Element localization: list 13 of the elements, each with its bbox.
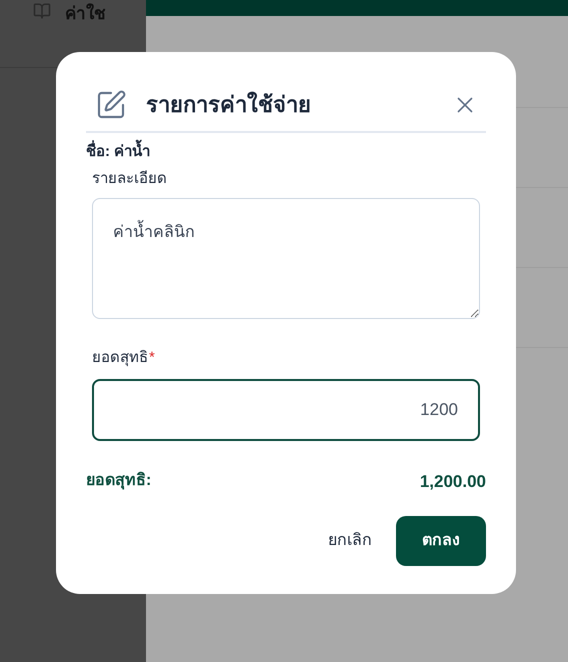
- edit-icon: [95, 88, 127, 120]
- summary-label: ยอดสุทธิ:: [86, 470, 152, 492]
- cancel-button[interactable]: ยกเลิก: [318, 516, 382, 566]
- field-label: รายละเอียด: [92, 168, 167, 188]
- amount-field[interactable]: 1200: [92, 378, 480, 440]
- book-icon: [31, 2, 53, 20]
- dialog-title: รายการค่าใช้จ่าย: [146, 90, 312, 119]
- ok-button[interactable]: ตกลง: [396, 516, 486, 566]
- detail-field[interactable]: ค่าน้ำคลินิก: [92, 198, 480, 319]
- name-line: ชื่อ: ค่าน้ำ: [86, 141, 150, 164]
- required-mark: *: [149, 348, 155, 368]
- summary-value: 1,200.00: [420, 470, 486, 492]
- field-label: ยอดสุทธิ: [92, 348, 148, 368]
